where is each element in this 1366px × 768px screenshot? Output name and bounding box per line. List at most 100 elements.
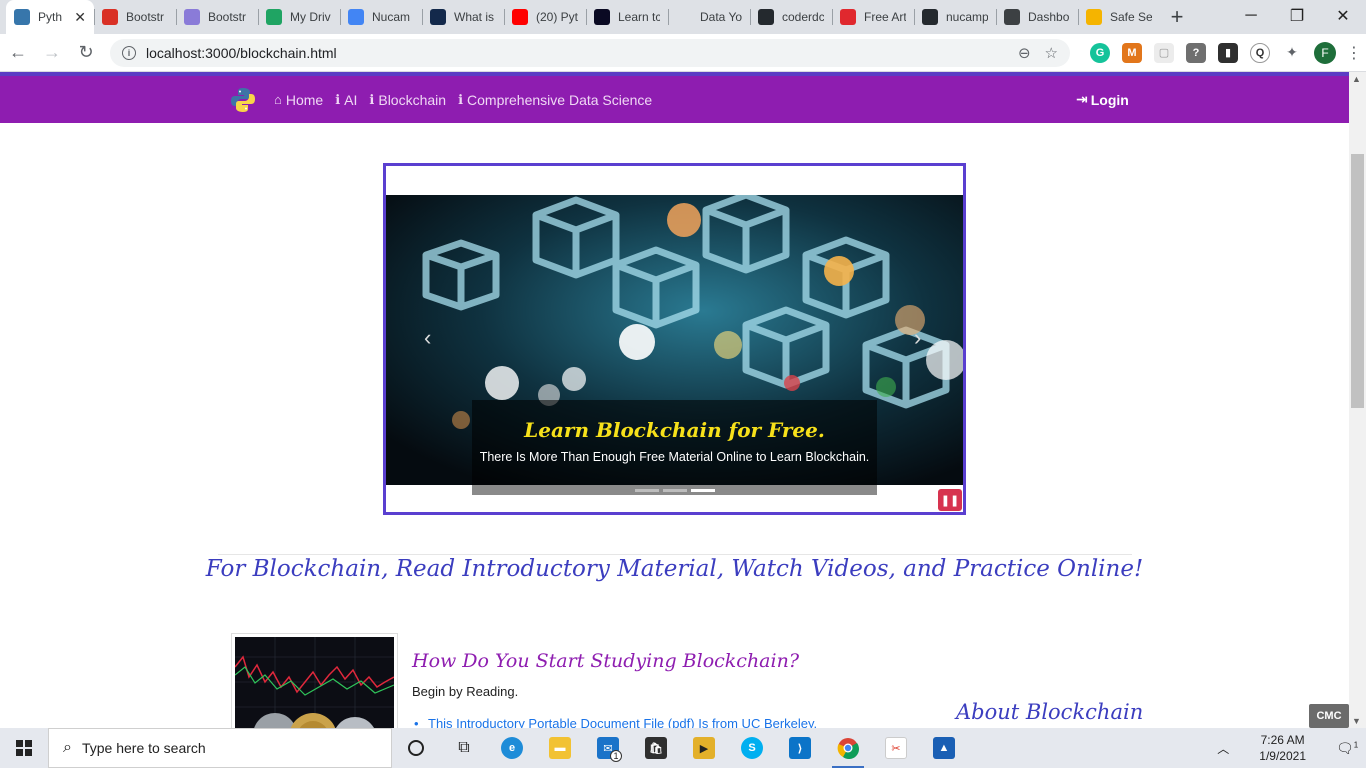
carousel-indicators [472,485,877,495]
tab-title: Pyth [38,10,63,24]
browser-tab[interactable]: Bootstr [176,0,258,34]
zoom-icon[interactable]: ⊖ [1018,44,1031,62]
task-view-icon[interactable]: ⧉ [440,728,488,768]
youtube-icon [512,9,528,25]
home-icon: ⌂ [274,92,282,107]
bookmark-star-icon[interactable]: ☆ [1045,44,1058,62]
forward-icon[interactable]: → [36,37,68,69]
browser-tab[interactable]: What is [422,0,504,34]
github-icon [922,9,938,25]
scroll-up-icon[interactable]: ▲ [1352,74,1361,84]
new-tab-button[interactable]: + [1160,0,1194,34]
browser-tab[interactable]: Data Yo [668,0,750,34]
close-tab-icon[interactable]: ✕ [74,9,86,26]
gmail-icon [102,9,118,25]
python-logo-icon[interactable] [230,87,256,113]
browser-tab[interactable]: Pyth ✕ [6,0,94,34]
clock-date: 1/9/2021 [1259,749,1306,763]
carousel-indicator-3[interactable] [690,488,715,492]
edge-icon[interactable]: e [488,728,536,768]
cmc-overlay-badge[interactable]: CMC [1309,704,1349,728]
windows-start-button[interactable] [0,728,48,768]
minimize-icon[interactable]: ─ [1228,0,1274,32]
u-icon [840,9,856,25]
metamask-icon[interactable]: M [1122,42,1142,63]
reading-link[interactable]: This Introductory Portable Document File… [414,716,817,728]
file-explorer-icon[interactable]: ▬ [536,728,584,768]
tab-title: coderdc [782,10,824,24]
media-player-icon[interactable]: ▶ [680,728,728,768]
browser-tab[interactable]: Nucam [340,0,422,34]
nav-data-science[interactable]: ℹ Comprehensive Data Science [458,92,652,108]
clock[interactable]: 7:26 AM 1/9/2021 [1259,732,1306,764]
snipping-tool-icon[interactable]: ✂ [872,728,920,768]
address-bar[interactable]: i localhost:3000/blockchain.html ⊖ ☆ [110,38,1070,67]
browser-tab[interactable]: Bootstr [94,0,176,34]
windows-taskbar: ⌕ Type here to search ⧉ e ▬ ✉ 1 🛍 ▶ S ⟩ ✂… [0,728,1366,768]
sign-in-icon: ⇥ [1076,91,1088,107]
carousel-prev-icon[interactable]: ‹ [424,325,431,351]
nav-home[interactable]: ⌂ Home [274,92,323,108]
photos-icon[interactable]: ▲ [920,728,968,768]
carousel-indicator-1[interactable] [634,488,659,492]
store-icon[interactable]: 🛍 [632,728,680,768]
carousel-indicator-2[interactable] [662,488,687,492]
back-icon[interactable]: ← [2,37,34,69]
nav-ai-label: AI [344,91,358,108]
login-link[interactable]: ⇥ Login [1076,91,1129,108]
tab-title: Safe Se [1110,10,1152,24]
scrollbar-thumb[interactable] [1351,154,1364,408]
nav-ai[interactable]: ℹ AI [335,92,357,108]
reload-icon[interactable]: ↻ [70,37,102,69]
tray-chevron-icon[interactable]: ︿ [1217,740,1229,757]
browser-tab[interactable]: coderdc [750,0,832,34]
system-tray: ︿ 7:26 AM 1/9/2021 🗨1 [1217,728,1366,768]
pause-icon: ❚❚ [940,494,960,507]
blank-extension-icon[interactable]: ▢ [1154,42,1174,63]
browser-tab[interactable]: My Driv [258,0,340,34]
url-text: localhost:3000/blockchain.html [146,44,337,61]
site-info-icon[interactable]: i [122,45,136,60]
vscode-icon[interactable]: ⟩ [776,728,824,768]
taskbar-search[interactable]: ⌕ Type here to search [48,728,392,768]
carousel: ‹ › Learn Blockchain for Free. There Is … [383,163,966,515]
extensions-bar: G M ▢ ? ▮ Q ✦ [1084,42,1308,63]
tab-title: Learn tc [618,10,660,24]
aside-heading: About Blockchain [956,700,1144,724]
restore-icon[interactable]: ❐ [1274,0,1320,32]
browser-tab[interactable]: Safe Se [1078,0,1160,34]
tab-title: Free Art [864,10,906,24]
nav-blockchain[interactable]: ℹ Blockchain [369,92,446,108]
section-divider [218,554,1132,555]
page-viewport: ⌂ Home ℹ AI ℹ Blockchain ℹ Comprehensive Dat… [0,72,1349,728]
browser-tab[interactable]: Learn tc [586,0,668,34]
help-extension-icon[interactable]: ? [1186,42,1206,63]
profile-avatar[interactable]: F [1314,41,1336,64]
search-extension-icon[interactable]: Q [1250,42,1270,63]
notification-badge: 1 [1353,739,1359,749]
close-window-icon[interactable]: ✕ [1320,0,1366,32]
browser-tab[interactable]: Dashbo [996,0,1078,34]
browser-tab[interactable]: (20) Pyt [504,0,586,34]
clock-time: 7:26 AM [1260,733,1305,747]
carousel-pause-button[interactable]: ❚❚ [938,489,962,511]
page-scrollbar[interactable]: ▲ ▼ [1349,72,1366,728]
browser-tab[interactable]: nucamp [914,0,996,34]
tab-list: Pyth ✕ Bootstr Bootstr My Driv Nucam What is (2… [0,0,1160,34]
info-icon: ℹ [335,91,341,107]
carousel-next-icon[interactable]: › [914,325,921,351]
menu-kebab-icon[interactable]: ⋮ [1346,43,1362,63]
browser-tab[interactable]: Free Art [832,0,914,34]
window-controls: ─ ❐ ✕ [1228,0,1366,32]
chrome-icon[interactable] [824,728,872,768]
reader-extension-icon[interactable]: ▮ [1218,42,1238,63]
python-icon [14,9,30,25]
notification-icon[interactable]: 🗨1 [1336,740,1366,757]
skype-icon[interactable]: S [728,728,776,768]
scroll-down-icon[interactable]: ▼ [1352,716,1361,726]
cortana-icon[interactable] [392,728,440,768]
section-heading: How Do You Start Studying Blockchain? [412,650,800,672]
grammarly-icon[interactable]: G [1090,42,1110,63]
mail-icon[interactable]: ✉ 1 [584,728,632,768]
puzzle-icon[interactable]: ✦ [1282,42,1302,63]
